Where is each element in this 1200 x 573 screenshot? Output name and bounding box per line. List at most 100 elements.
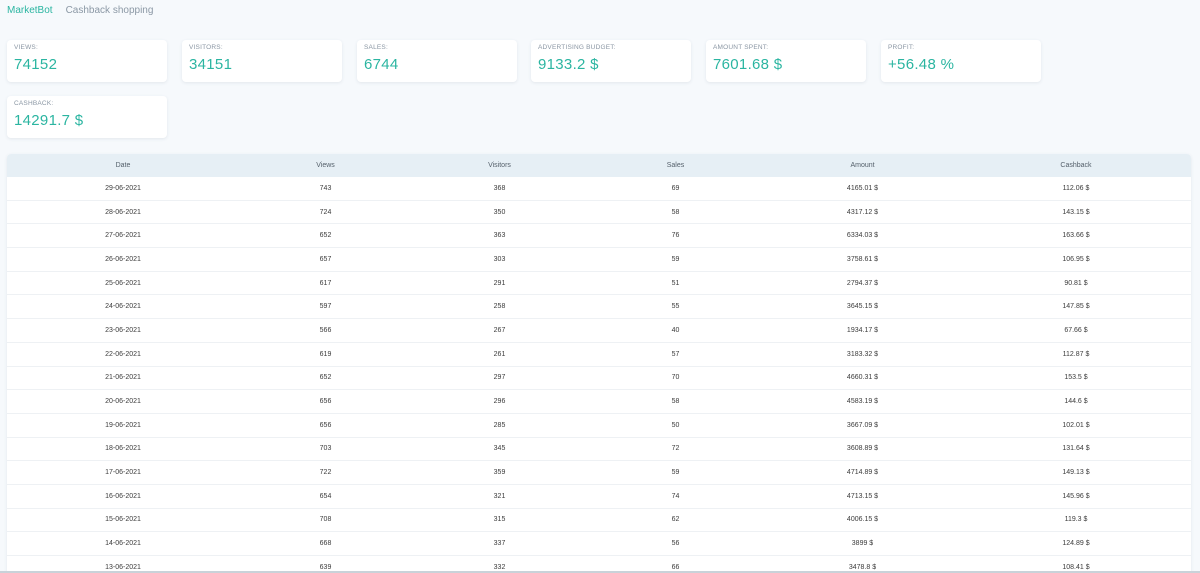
sales-cell: 59 (671, 255, 680, 263)
views-cell: 617 (319, 279, 332, 287)
visitors-cell: 285 (493, 421, 506, 429)
date-cell: 19-06-2021 (105, 421, 141, 429)
views-cell: 654 (319, 492, 332, 500)
stat-label: PROFIT: (888, 44, 915, 51)
brand-link[interactable]: MarketBot (7, 5, 53, 16)
column-header-visitors[interactable]: Visitors (412, 154, 587, 177)
table-row: 18-06-2021 703 345 72 3608.89 $ 131.64 $ (7, 437, 1191, 461)
column-header-date[interactable]: Date (7, 154, 239, 177)
sales-cell: 69 (671, 184, 680, 192)
visitors-cell: 267 (493, 326, 506, 334)
sales-cell: 57 (671, 350, 680, 358)
date-cell: 14-06-2021 (105, 540, 141, 548)
amount-cell: 3667.09 $ (846, 421, 879, 429)
date-cell: 20-06-2021 (105, 398, 141, 406)
table-row: 27-06-2021 652 363 76 6334.03 $ 163.66 $ (7, 224, 1191, 248)
views-cell: 619 (319, 350, 332, 358)
visitors-cell: 297 (493, 374, 506, 382)
sales-cell: 76 (671, 232, 680, 240)
date-cell: 17-06-2021 (105, 469, 141, 477)
nav-link-cashback-shopping[interactable]: Cashback shopping (66, 5, 154, 16)
views-cell: 708 (319, 516, 332, 524)
column-header-sales[interactable]: Sales (587, 154, 764, 177)
stat-card-visitors: VISITORS: 34151 (182, 40, 342, 82)
views-cell: 668 (319, 540, 332, 548)
visitors-cell: 345 (493, 445, 506, 453)
views-cell: 724 (319, 208, 332, 216)
views-cell: 597 (319, 303, 332, 311)
stat-value: 34151 (189, 56, 233, 73)
amount-cell: 1934.17 $ (846, 326, 879, 334)
sales-cell: 58 (671, 208, 680, 216)
date-cell: 18-06-2021 (105, 445, 141, 453)
sales-cell: 59 (671, 469, 680, 477)
visitors-cell: 321 (493, 492, 506, 500)
table-header-row: Date Views Visitors Sales Amount Cashbac… (7, 154, 1191, 177)
stat-label: VIEWS: (14, 44, 38, 51)
views-cell: 656 (319, 421, 332, 429)
stat-card-amount-spent: AMOUNT SPENT: 7601.68 $ (706, 40, 866, 82)
cashback-cell: 119.3 $ (1064, 516, 1088, 524)
stat-card-cashback: CASHBACK: 14291.7 $ (7, 96, 167, 138)
stat-value: 9133.2 $ (538, 56, 599, 73)
stats-table-panel: Date Views Visitors Sales Amount Cashbac… (7, 154, 1191, 573)
amount-cell: 4165.01 $ (846, 184, 879, 192)
amount-cell: 4006.15 $ (846, 516, 879, 524)
cashback-cell: 145.96 $ (1062, 492, 1090, 500)
stat-value: 7601.68 $ (713, 56, 783, 73)
stat-card-advertising-budget: ADVERTISING BUDGET: 9133.2 $ (531, 40, 691, 82)
table-row: 24-06-2021 597 258 55 3645.15 $ 147.85 $ (7, 295, 1191, 319)
date-cell: 28-06-2021 (105, 208, 141, 216)
table-row: 23-06-2021 566 267 40 1934.17 $ 67.66 $ (7, 319, 1191, 343)
amount-cell: 3899 $ (851, 540, 874, 548)
table-row: 15-06-2021 708 315 62 4006.15 $ 119.3 $ (7, 508, 1191, 532)
sales-cell: 74 (671, 492, 680, 500)
stat-card-profit: PROFIT: +56.48 % (881, 40, 1041, 82)
amount-cell: 4583.19 $ (846, 398, 879, 406)
stat-label: CASHBACK: (14, 100, 54, 107)
table-row: 28-06-2021 724 350 58 4317.12 $ 143.15 $ (7, 200, 1191, 224)
views-cell: 657 (319, 255, 332, 263)
table-row: 20-06-2021 656 296 58 4583.19 $ 144.6 $ (7, 390, 1191, 414)
stat-value: 74152 (14, 56, 58, 73)
date-cell: 26-06-2021 (105, 255, 141, 263)
sales-cell: 72 (671, 445, 680, 453)
visitors-cell: 258 (493, 303, 506, 311)
views-cell: 722 (319, 469, 332, 477)
date-cell: 15-06-2021 (105, 516, 141, 524)
visitors-cell: 296 (493, 398, 506, 406)
amount-cell: 4713.15 $ (846, 492, 879, 500)
sales-cell: 58 (671, 398, 680, 406)
visitors-cell: 368 (493, 184, 506, 192)
table-row: 16-06-2021 654 321 74 4713.15 $ 145.96 $ (7, 484, 1191, 509)
table-row: 29-06-2021 743 368 69 4165.01 $ 112.06 $ (7, 177, 1191, 201)
daily-stats-table: Date Views Visitors Sales Amount Cashbac… (7, 154, 1191, 573)
date-cell: 24-06-2021 (105, 303, 141, 311)
cashback-cell: 102.01 $ (1062, 421, 1090, 429)
stat-label: AMOUNT SPENT: (713, 44, 769, 51)
column-header-views[interactable]: Views (239, 154, 412, 177)
views-cell: 652 (319, 232, 332, 240)
sales-cell: 50 (671, 421, 680, 429)
sales-cell: 55 (671, 303, 680, 311)
views-cell: 566 (319, 326, 332, 334)
date-cell: 23-06-2021 (105, 326, 141, 334)
cashback-cell: 112.06 $ (1062, 184, 1090, 192)
column-header-amount[interactable]: Amount (764, 154, 961, 177)
visitors-cell: 261 (493, 350, 506, 358)
stat-card-sales: SALES: 6744 (357, 40, 517, 82)
date-cell: 16-06-2021 (105, 492, 141, 500)
cashback-cell: 163.66 $ (1062, 232, 1090, 240)
table-row: 26-06-2021 657 303 59 3758.61 $ 106.95 $ (7, 248, 1191, 272)
date-cell: 22-06-2021 (105, 350, 141, 358)
date-cell: 21-06-2021 (105, 374, 141, 382)
amount-cell: 4714.89 $ (846, 469, 879, 477)
cashback-cell: 106.95 $ (1062, 255, 1090, 263)
stat-value: 14291.7 $ (14, 112, 84, 129)
views-cell: 703 (319, 445, 332, 453)
table-row: 17-06-2021 722 359 59 4714.89 $ 149.13 $ (7, 461, 1191, 485)
views-cell: 743 (319, 184, 332, 192)
amount-cell: 4317.12 $ (846, 208, 879, 216)
column-header-cashback[interactable]: Cashback (961, 154, 1191, 177)
visitors-cell: 350 (493, 208, 506, 216)
